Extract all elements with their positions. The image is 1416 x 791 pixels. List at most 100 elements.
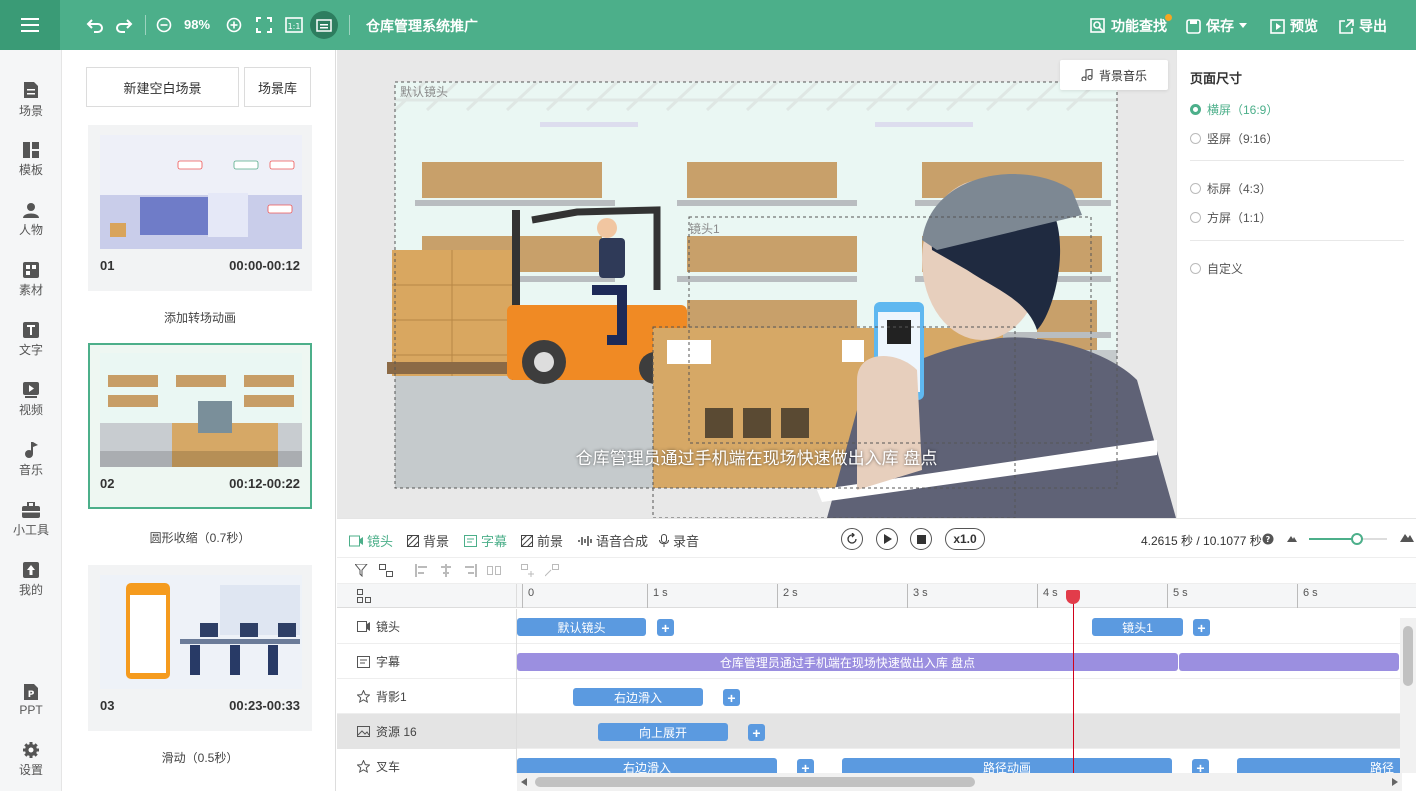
zoom-large-icon[interactable]: [1400, 532, 1414, 542]
timeline-vertical-scrollbar[interactable]: [1400, 618, 1416, 773]
align-center-icon: [441, 564, 451, 577]
project-title[interactable]: 仓库管理系统推广: [366, 16, 478, 36]
help-icon[interactable]: ?: [1262, 533, 1274, 545]
replay-button[interactable]: [841, 528, 863, 550]
actual-size-icon[interactable]: 1:1: [284, 15, 304, 35]
background-music-button[interactable]: 背景音乐: [1060, 60, 1168, 90]
nav-music[interactable]: 音乐: [0, 435, 62, 485]
timeline-clip[interactable]: 右边滑入: [517, 758, 777, 773]
transition-label[interactable]: 圆形收缩（0.7秒）: [88, 529, 312, 546]
add-clip-button[interactable]: +: [657, 619, 674, 636]
undo-icon[interactable]: [85, 15, 105, 35]
transition-label[interactable]: 滑动（0.5秒）: [88, 749, 312, 766]
save-button[interactable]: 保存: [1186, 16, 1247, 36]
nav-settings[interactable]: 设置: [0, 735, 62, 785]
layers-icon[interactable]: [357, 589, 371, 603]
video-icon: [23, 382, 39, 398]
tab-subtitle[interactable]: 字幕: [464, 531, 507, 550]
distribute-icon: [487, 566, 501, 575]
zoom-in-icon[interactable]: [224, 15, 244, 35]
find-feature-button[interactable]: 功能查找: [1090, 16, 1167, 36]
playhead-handle[interactable]: [1065, 590, 1080, 604]
radio-square[interactable]: 方屏（1:1）: [1190, 209, 1272, 226]
track-label[interactable]: 字幕: [337, 644, 517, 679]
timeline-clip[interactable]: 默认镜头: [517, 618, 646, 636]
transition-label[interactable]: 添加转场动画: [88, 309, 312, 326]
nav-material[interactable]: 素材: [0, 255, 62, 305]
zoom-small-icon[interactable]: [1287, 534, 1297, 542]
tab-record[interactable]: 录音: [659, 531, 699, 550]
canvas-subtitle[interactable]: 仓库管理员通过手机端在现场快速做出入库 盘点: [337, 444, 1176, 469]
menu-icon[interactable]: [0, 0, 60, 50]
zoom-slider-knob[interactable]: [1351, 533, 1364, 545]
radio-landscape[interactable]: 横屏（16:9）: [1190, 101, 1278, 118]
scene-library-button[interactable]: 场景库: [244, 67, 311, 107]
timeline-clip[interactable]: 路径动画: [842, 758, 1172, 773]
scrollbar-thumb[interactable]: [1403, 626, 1413, 686]
timeline-clip[interactable]: 仓库管理员通过手机端在现场快速做出入库 盘点: [517, 653, 1178, 671]
gear-icon: [23, 742, 39, 758]
scroll-left-icon: [521, 778, 527, 786]
redo-icon[interactable]: [114, 15, 134, 35]
nav-person[interactable]: 人物: [0, 195, 62, 245]
add-clip-button[interactable]: +: [1193, 619, 1210, 636]
zoom-level: 98%: [184, 17, 211, 32]
align-right-icon: [465, 564, 477, 577]
radio-standard[interactable]: 标屏（4:3）: [1190, 180, 1272, 197]
track-label[interactable]: 背影1: [337, 679, 517, 714]
scene-card-01[interactable]: 01 00:00-00:12: [88, 125, 312, 291]
subtitle-toggle-icon[interactable]: [310, 11, 338, 39]
scene-card-03[interactable]: 03 00:23-00:33: [88, 565, 312, 731]
radio-portrait[interactable]: 竖屏（9:16）: [1190, 130, 1278, 147]
star-icon: [357, 760, 370, 773]
scrollbar-thumb[interactable]: [535, 777, 975, 787]
nav-video[interactable]: 视频: [0, 375, 62, 425]
stop-button[interactable]: [910, 528, 932, 550]
move-down-icon: [545, 564, 559, 577]
radio-custom[interactable]: 自定义: [1190, 260, 1243, 277]
timeline-clip[interactable]: [1179, 653, 1399, 671]
tab-camera[interactable]: 镜头: [349, 531, 393, 550]
new-blank-scene-button[interactable]: 新建空白场景: [86, 67, 239, 107]
timeline-clip[interactable]: 路径: [1237, 758, 1402, 773]
ppt-icon: P: [24, 683, 38, 700]
nav-text[interactable]: 文字: [0, 315, 62, 365]
playback-speed[interactable]: x1.0: [945, 528, 985, 550]
track-label[interactable]: 叉车: [337, 749, 517, 773]
timeline-horizontal-scrollbar[interactable]: [517, 773, 1402, 791]
nav-tools[interactable]: 小工具: [0, 495, 62, 545]
preview-icon: [1270, 18, 1285, 34]
timeline-clip[interactable]: 右边滑入: [573, 688, 703, 706]
play-button[interactable]: [876, 528, 898, 550]
group-icon[interactable]: [379, 564, 393, 577]
nav-template[interactable]: 模板: [0, 135, 62, 185]
nav-mine[interactable]: 我的: [0, 555, 62, 605]
scene-card-02[interactable]: 02 00:12-00:22: [88, 343, 312, 509]
add-clip-button[interactable]: +: [797, 759, 814, 773]
fullscreen-icon[interactable]: [254, 15, 274, 35]
tab-foreground[interactable]: 前景: [521, 531, 563, 550]
timeline-zoom-slider[interactable]: [1309, 533, 1387, 545]
nav-ppt[interactable]: P PPT: [0, 675, 62, 725]
filter-icon[interactable]: [355, 564, 369, 577]
timeline-tracks: 镜头 默认镜头 + 镜头1 + 字幕 仓库管理员通过手机端在现场快速做出入库 盘…: [337, 608, 1416, 773]
add-clip-button[interactable]: +: [723, 689, 740, 706]
zoom-out-icon[interactable]: [154, 15, 174, 35]
add-clip-button[interactable]: +: [748, 724, 765, 741]
add-clip-button[interactable]: +: [1192, 759, 1209, 773]
timeline-clip[interactable]: 镜头1: [1092, 618, 1183, 636]
track-label[interactable]: 镜头: [337, 609, 517, 644]
timeline-clip[interactable]: 向上展开: [598, 723, 728, 741]
export-icon: [1339, 18, 1354, 34]
ruler-tick: 0: [522, 584, 534, 608]
upload-icon: [23, 562, 39, 578]
timeline-ruler[interactable]: 0 1 s 2 s 3 s 4 s 5 s 6 s: [337, 584, 1416, 608]
preview-button[interactable]: 预览: [1270, 16, 1318, 36]
track-label[interactable]: 资源 16: [337, 714, 517, 749]
toolbox-icon: [22, 502, 40, 518]
export-button[interactable]: 导出: [1339, 16, 1387, 36]
foreground-icon: [521, 534, 533, 547]
nav-scene[interactable]: 场景: [0, 75, 62, 125]
tab-tts[interactable]: 语音合成: [578, 531, 648, 550]
tab-background[interactable]: 背景: [407, 531, 449, 550]
